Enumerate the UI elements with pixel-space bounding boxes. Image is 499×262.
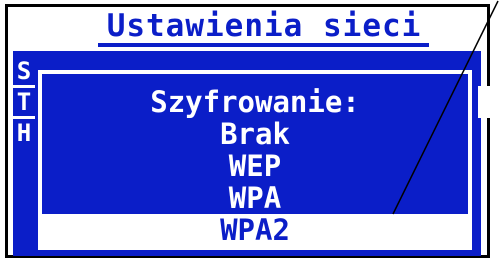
lcd-screen: Ustawienia sieci S T H Szyfrowanie: Brak… <box>0 0 499 262</box>
pointer-line-icon <box>392 0 499 215</box>
